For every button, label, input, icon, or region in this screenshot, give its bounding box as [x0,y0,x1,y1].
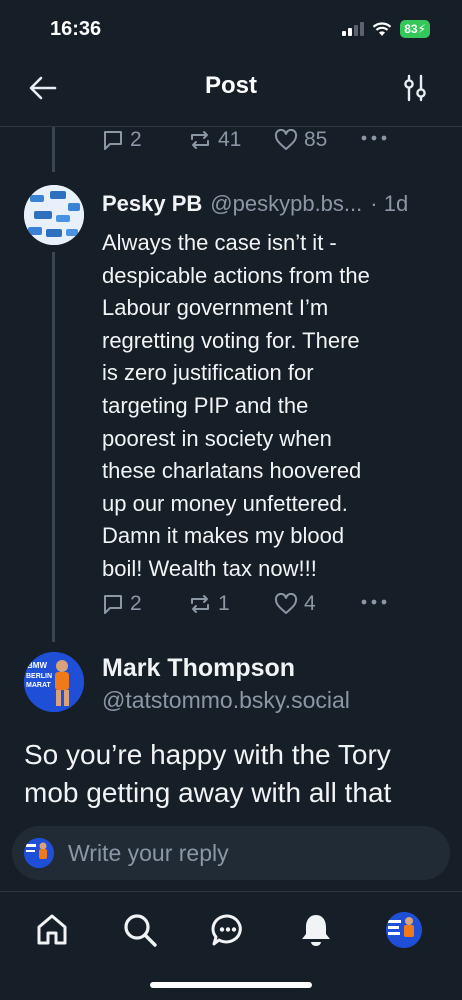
home-icon [37,914,67,945]
thread-settings-button[interactable] [402,74,428,107]
status-time: 16:36 [50,18,102,40]
more-options-button[interactable] [360,590,388,612]
post-text-line: targeting PIP and the [102,392,309,418]
battery-level: 83 [404,22,418,36]
avatar[interactable]: BMW BERLIN MARAT [24,652,84,712]
more-options-button[interactable] [360,126,388,148]
heart-icon [274,593,298,614]
profile-avatar-icon [386,912,422,948]
svg-text:BERLIN: BERLIN [26,673,52,680]
post-text-line: boil! Wealth tax now!!! [102,555,317,581]
chat-icon [211,914,242,946]
tab-search[interactable] [122,912,158,953]
tab-profile[interactable] [386,912,422,948]
like-count: 4 [304,592,316,615]
repost-count: 41 [218,128,242,151]
svg-text:BMW: BMW [27,661,47,670]
like-count: 85 [304,128,328,151]
reply-icon [104,131,122,150]
reply-button[interactable]: 2 [102,128,142,152]
reply-button[interactable]: 2 [102,592,142,616]
reply-placeholder: Write your reply [68,840,229,866]
post-text: So you’re happy with the Tory mob gettin… [24,736,444,812]
more-icon [361,599,387,605]
post-text-line: Damn it makes my blood [102,523,345,549]
more-icon [361,135,387,141]
post-text-line: up our money unfettered. [102,490,348,516]
svg-text:MARAT: MARAT [26,682,51,689]
post-text-line: regretting voting for. There [102,327,360,353]
thread-connector [52,252,55,642]
tab-bar-divider [0,891,462,892]
post-text-line: is zero justification for [102,360,314,386]
bell-icon [302,915,330,946]
sliders-icon [404,74,426,102]
composer-avatar [24,838,54,868]
avatar-image [24,185,84,245]
post-text-line: mob getting away with all that [24,777,392,808]
reply-count: 2 [130,592,142,615]
reply-post-actions: 2 1 4 [0,590,462,622]
post-text-line: Always the case isn’t it - [102,230,337,255]
wifi-icon [372,21,392,36]
search-icon [124,914,157,947]
repost-button[interactable]: 41 [188,128,241,152]
post-meta: Pesky PB @peskypb.bs... · 1d [102,191,408,217]
status-indicators: 83⚡ [342,20,430,38]
post-text-line: Labour government I’m [102,295,329,321]
signal-icon [342,22,365,36]
avatar-image [24,838,54,868]
author-name[interactable]: Mark Thompson [102,654,295,683]
post-text-line: So you’re happy with the Tory [24,739,391,770]
repost-icon [191,131,209,149]
author-handle[interactable]: @tatstommo.bsky.social [102,687,350,714]
post-time: · 1d [370,191,409,216]
like-button[interactable]: 4 [274,592,316,616]
repost-button[interactable]: 1 [188,592,230,616]
page-title: Post [204,72,257,99]
post-text-line: these charlatans hoovered [102,458,362,484]
avatar[interactable] [24,185,84,245]
tab-chat[interactable] [210,912,246,953]
reply-count: 2 [130,128,142,151]
heart-icon [274,129,298,150]
like-button[interactable]: 85 [274,128,327,152]
avatar-image: BMW BERLIN MARAT [24,652,84,712]
home-indicator [150,982,312,988]
battery-indicator: 83⚡ [400,20,430,38]
repost-count: 1 [218,592,230,615]
charging-icon: ⚡ [417,22,426,36]
post-text-line: poorest in society when [102,425,332,451]
post-text-line: despicable actions from the [102,262,370,288]
post-text: Always the case isn’t it - despicable ac… [102,227,442,586]
author-name[interactable]: Pesky PB [102,191,202,217]
author-handle[interactable]: @peskypb.bs... [210,191,362,217]
reply-icon [104,595,122,614]
repost-icon [191,595,209,613]
tab-notifications[interactable] [298,912,334,953]
tab-home[interactable] [34,912,70,953]
prev-post-actions: 2 41 85 [0,126,462,158]
